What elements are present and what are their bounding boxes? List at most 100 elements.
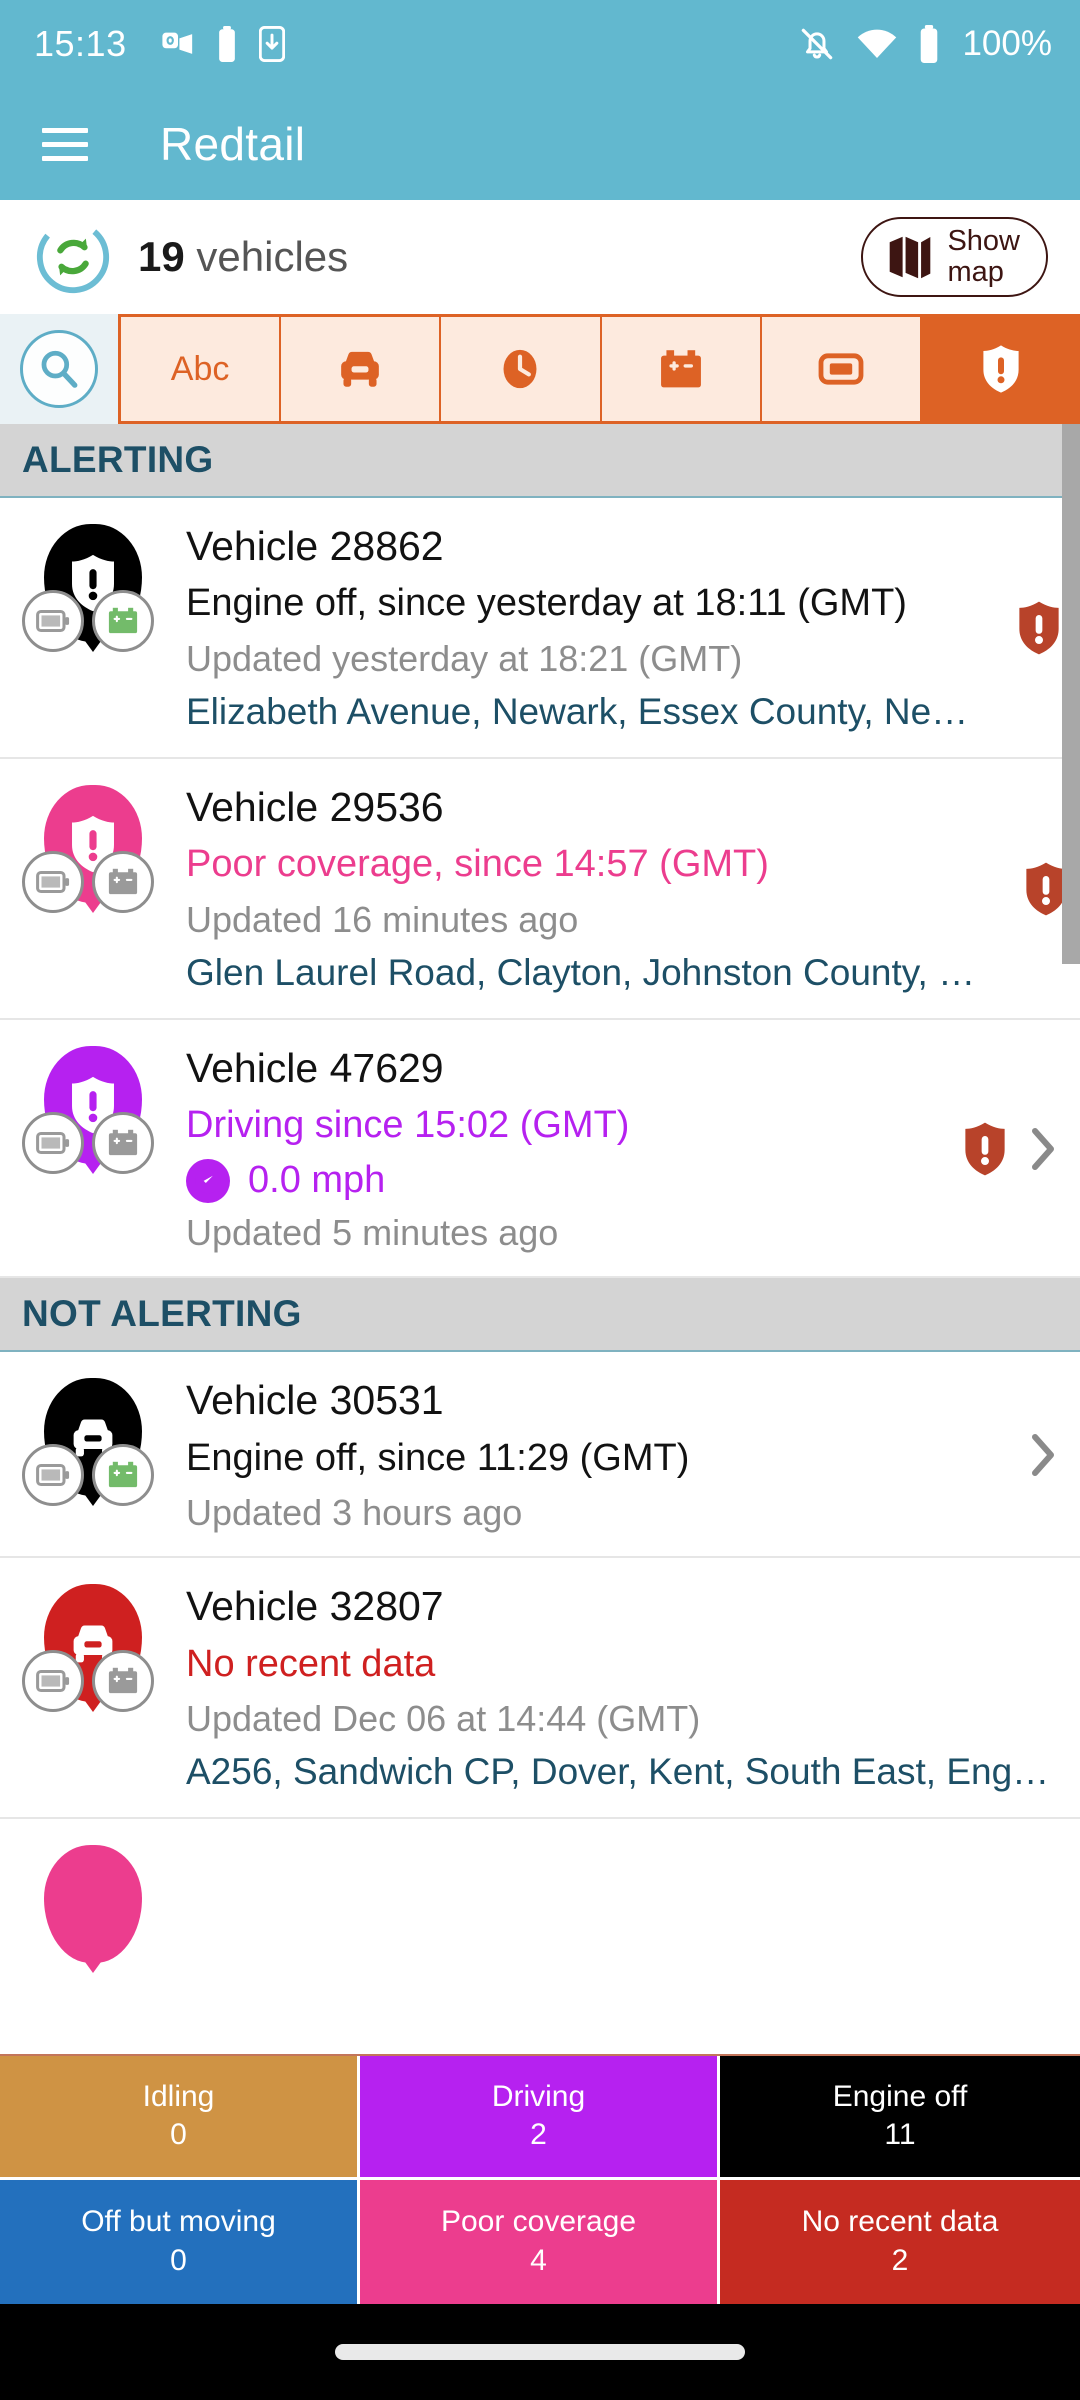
vehicle-name: Vehicle 29536 [186, 783, 444, 830]
show-map-button[interactable]: Show map [861, 217, 1048, 297]
section-header-not-alerting: NOT ALERTING [0, 1278, 1080, 1353]
row-actions [930, 1374, 1080, 1536]
summary-cell-driving[interactable]: Driving 2 [360, 2056, 720, 2180]
vehicle-name: Vehicle 47629 [186, 1044, 444, 1091]
vehicle-address: Elizabeth Avenue, Newark, Essex County, … [186, 691, 969, 733]
table-row[interactable]: Vehicle 32807 No recent data Updated Dec… [0, 1558, 1080, 1820]
vehicle-status-icon-group [0, 1042, 186, 1174]
section-header-alerting-label: ALERTING [22, 439, 214, 480]
home-gesture-pill[interactable] [335, 2344, 745, 2360]
tab-time-filter[interactable] [441, 317, 602, 421]
list-scrollbar[interactable] [1062, 424, 1080, 964]
table-row[interactable]: Vehicle 28862 Engine off, since yesterda… [0, 498, 1080, 759]
vehicle-updated: Updated Dec 06 at 14:44 (GMT) [186, 1697, 701, 1739]
device-icon [817, 349, 865, 389]
phone-download-icon [258, 25, 285, 63]
vehicle-status: No recent data [186, 1642, 436, 1685]
summary-label: No recent data [801, 2205, 999, 2238]
vehicle-info: Vehicle 29536 Poor coverage, since 14:57… [186, 781, 991, 998]
vehicle-updated: Updated 16 minutes ago [186, 898, 579, 940]
search-button[interactable] [0, 314, 118, 424]
status-bar: 15:13 100% [0, 0, 1080, 88]
status-bar-time: 15:13 [34, 23, 127, 64]
status-bar-system-icons: 100% [798, 24, 1052, 64]
vehicle-list[interactable]: ALERTING Vehicle 28862 Engine off, since… [0, 424, 1080, 2054]
vehicle-speed-value: 0.0 mph [248, 1159, 386, 1202]
row-actions [1065, 1580, 1080, 1797]
vehicle-info: Vehicle 47629 Driving since 15:02 (GMT) … [186, 1042, 930, 1256]
app-screen: 15:13 100% Redtail 19 vehicles Show map … [0, 0, 1080, 2400]
battery-icon [217, 26, 237, 62]
chevron-right-icon[interactable] [1028, 1431, 1058, 1479]
show-map-line1: Show [947, 224, 1020, 257]
table-row[interactable]: Vehicle 29536 Poor coverage, since 14:57… [0, 759, 1080, 1020]
battery-icon [22, 1111, 84, 1174]
vehicle-count-label: 19 vehicles [138, 233, 348, 281]
vehicle-info [186, 1841, 1080, 1881]
section-header-not-alerting-label: NOT ALERTING [22, 1293, 302, 1335]
vehicle-status-icon-group [0, 781, 186, 913]
table-row[interactable]: Vehicle 30531 Engine off, since 11:29 (G… [0, 1352, 1080, 1559]
vehicle-status-icon-group [0, 1374, 186, 1507]
bell-muted-icon [798, 25, 836, 63]
summary-value: 0 [170, 2243, 187, 2277]
tab-name-filter-label: Abc [170, 349, 230, 388]
tab-alert-filter[interactable] [921, 317, 1080, 421]
hamburger-menu-icon[interactable] [42, 127, 88, 161]
summary-cell-no-recent-data[interactable]: No recent data 2 [720, 2180, 1080, 2304]
vehicle-pin [44, 1845, 142, 1964]
tab-name-filter[interactable]: Abc [118, 317, 282, 421]
summary-value: 0 [170, 2118, 187, 2151]
vehicle-status-icon-group [0, 520, 186, 652]
car-battery-icon [92, 850, 154, 913]
app-bar: Redtail [0, 88, 1080, 200]
vehicle-updated: Updated yesterday at 18:21 (GMT) [186, 637, 743, 679]
shield-alert-icon [979, 343, 1023, 395]
summary-value: 4 [530, 2243, 547, 2277]
tab-device-filter[interactable] [761, 317, 922, 421]
battery-full-icon [918, 25, 940, 64]
summary-cell-off-but-moving[interactable]: Off but moving 0 [0, 2180, 360, 2304]
summary-cell-idling[interactable]: Idling 0 [0, 2056, 360, 2180]
battery-icon [22, 850, 84, 913]
outlook-icon [161, 27, 195, 61]
car-battery-icon [92, 1111, 154, 1174]
summary-label: Idling [142, 2079, 215, 2113]
show-map-line2: map [947, 256, 1004, 288]
vehicle-status: Poor coverage, since 14:57 (GMT) [186, 843, 769, 886]
car-icon [335, 347, 385, 391]
car-battery-icon [92, 590, 154, 652]
shield-alert-icon [1014, 599, 1064, 657]
android-navigation-bar [0, 2304, 1080, 2400]
summary-value: 2 [530, 2118, 547, 2151]
map-icon [887, 233, 933, 281]
summary-value: 2 [891, 2243, 909, 2277]
summary-value: 11 [884, 2118, 916, 2151]
vehicle-count-unit: vehicles [196, 233, 349, 280]
speedometer-icon [186, 1158, 230, 1203]
vehicle-status: Engine off, since 11:29 (GMT) [186, 1436, 690, 1479]
tab-battery-filter[interactable] [601, 317, 762, 421]
battery-percent-label: 100% [962, 24, 1052, 63]
show-map-label: Show map [947, 224, 1020, 289]
battery-icon [22, 1650, 84, 1713]
vehicle-speed: 0.0 mph [186, 1158, 914, 1203]
vehicle-updated: Updated 3 hours ago [186, 1491, 523, 1533]
status-summary-grid: Idling 0 Driving 2 Engine off 11 Off but… [0, 2054, 1080, 2304]
table-row-partial[interactable] [0, 1819, 1080, 1964]
refresh-icon[interactable] [34, 218, 112, 296]
tab-vehicle-filter[interactable] [281, 317, 442, 421]
vehicle-info: Vehicle 32807 No recent data Updated Dec… [186, 1580, 1065, 1797]
chevron-right-icon[interactable] [1028, 1125, 1058, 1173]
vehicle-count-bar: 19 vehicles Show map [0, 200, 1080, 314]
summary-cell-engine-off[interactable]: Engine off 11 [720, 2056, 1080, 2180]
filter-tab-bar: Abc [0, 314, 1080, 424]
table-row[interactable]: Vehicle 47629 Driving since 15:02 (GMT) … [0, 1020, 1080, 1279]
vehicle-name: Vehicle 30531 [186, 1377, 444, 1424]
summary-cell-poor-coverage[interactable]: Poor coverage 4 [360, 2180, 720, 2304]
vehicle-status: Engine off, since yesterday at 18:11 (GM… [186, 582, 907, 625]
vehicle-status: Driving since 15:02 (GMT) [186, 1104, 630, 1147]
vehicle-name: Vehicle 32807 [186, 1583, 444, 1630]
summary-label: Driving [491, 2079, 586, 2113]
search-icon [20, 330, 98, 408]
